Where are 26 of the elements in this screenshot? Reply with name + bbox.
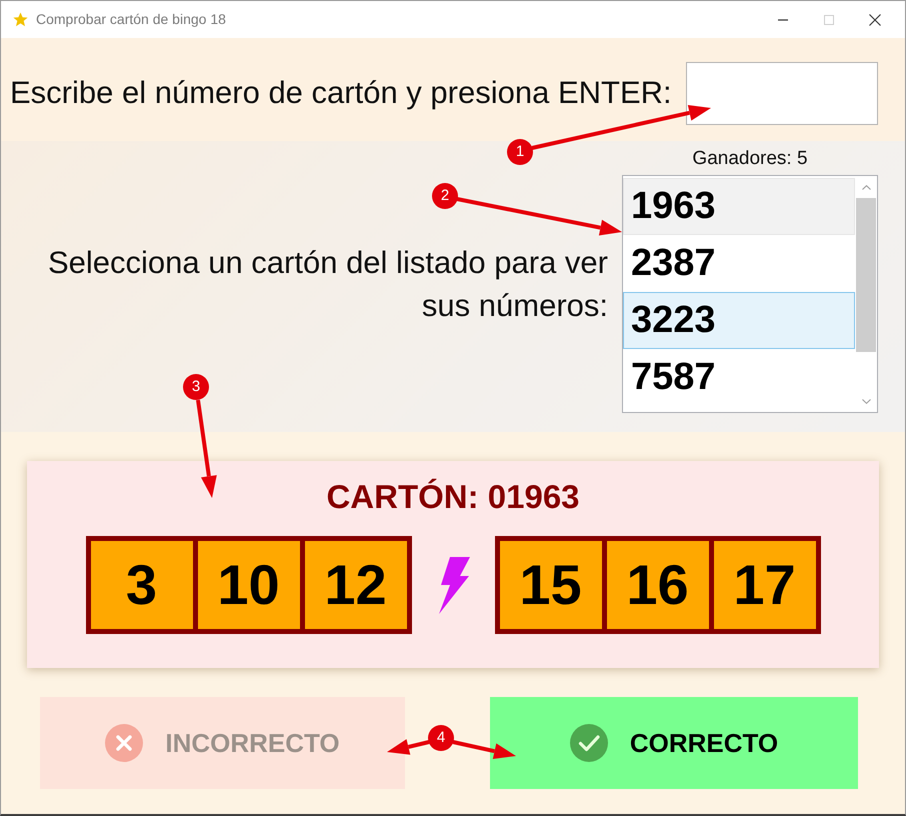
number-cell: 10	[198, 541, 300, 629]
correct-button[interactable]: CORRECTO	[490, 697, 858, 789]
close-icon[interactable]	[869, 14, 881, 26]
number-cell: 15	[500, 541, 602, 629]
card-number-input[interactable]	[686, 62, 878, 124]
minimize-icon[interactable]	[778, 18, 788, 20]
star-icon	[13, 12, 28, 27]
x-circle-icon	[105, 724, 144, 762]
callout-number-marker: 4	[428, 725, 454, 751]
number-cell: 16	[606, 541, 708, 629]
winners-count-label: Ganadores: 5	[692, 148, 808, 170]
scrollbar-thumb[interactable]	[856, 198, 876, 352]
card-list-item[interactable]: 1963	[623, 178, 855, 235]
callout-arrow	[387, 739, 430, 755]
card-list-item[interactable]: 7587	[623, 349, 855, 406]
card-list-item[interactable]: 2387	[623, 235, 855, 292]
callout-arrow	[452, 740, 516, 759]
number-cell: 12	[304, 541, 406, 629]
number-cell: 3	[90, 541, 192, 629]
instruction-label: Selecciona un cartón del listado para ver sus números:	[46, 244, 608, 324]
prompt-label: Escribe el número de cartón y presiona ENTER:	[10, 74, 672, 112]
card-list-item[interactable]: 3223	[623, 292, 855, 349]
number-cell: 17	[714, 541, 816, 629]
check-circle-icon	[570, 724, 608, 762]
window-title: Comprobar cartón de bingo 18	[36, 10, 226, 29]
ticket-title: CARTÓN: 01963	[326, 477, 580, 517]
